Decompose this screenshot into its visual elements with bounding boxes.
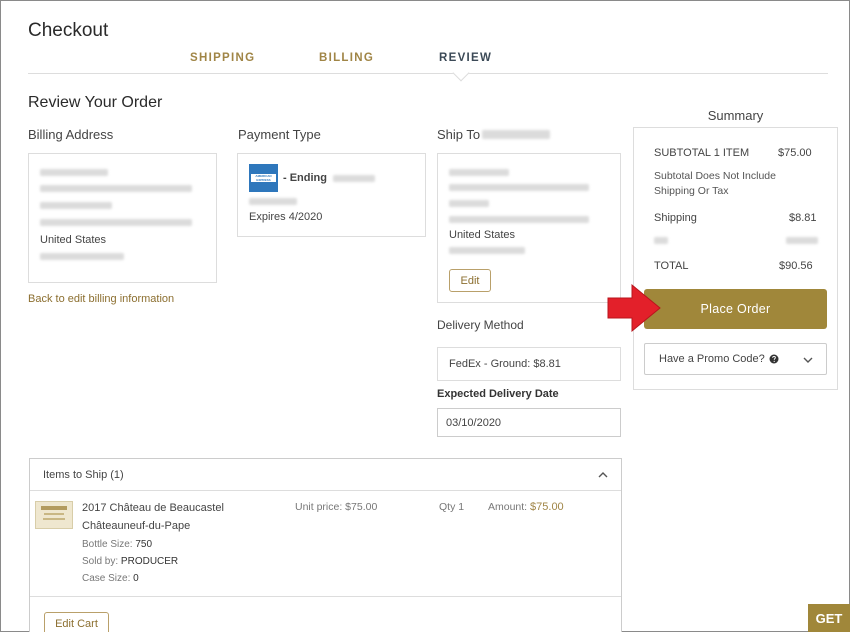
sold-by: Sold by: PRODUCER	[82, 556, 178, 567]
redacted-city	[449, 216, 589, 223]
promo-code-label: Have a Promo Code?	[659, 353, 765, 365]
item-name-line1: 2017 Château de Beaucastel	[82, 502, 224, 514]
redacted-ship-name	[482, 130, 550, 139]
summary-heading: Summary	[707, 108, 764, 123]
chevron-up-icon[interactable]	[598, 471, 608, 479]
redacted-phone	[449, 247, 525, 254]
ship-country: United States	[449, 229, 516, 241]
subtotal-label: SUBTOTAL 1 ITEM	[654, 147, 750, 159]
shipping-value: $8.81	[789, 212, 817, 224]
edit-shipping-button[interactable]: Edit	[449, 269, 491, 292]
step-shipping[interactable]: SHIPPING	[190, 52, 255, 64]
edit-cart-button[interactable]: Edit Cart	[44, 612, 109, 632]
delivery-method-value: FedEx - Ground: $8.81	[449, 358, 561, 370]
redacted-cardholder	[249, 198, 297, 205]
place-order-button[interactable]: Place Order	[644, 289, 827, 329]
redacted-line	[40, 202, 112, 209]
get-widget-button[interactable]: GET	[808, 604, 850, 632]
card-expiry: Expires 4/2020	[249, 211, 323, 223]
card-ending-label: - Ending	[283, 172, 327, 184]
amex-logo-text: AMERICAN EXPRESS	[251, 174, 276, 182]
billing-address-card: United States	[28, 153, 217, 283]
step-review: REVIEW	[439, 52, 493, 64]
items-panel-header[interactable]: Items to Ship (1)	[30, 459, 621, 491]
item-name-line2: Châteauneuf-du-Pape	[82, 520, 191, 532]
redacted-street	[449, 184, 589, 191]
bottle-size: Bottle Size: 750	[82, 539, 152, 550]
delivery-date-heading: Expected Delivery Date	[437, 388, 559, 400]
subtotal-note: Subtotal Does Not Include Shipping Or Ta…	[654, 170, 776, 197]
sold-by-label: Sold by:	[82, 556, 119, 567]
redacted-name	[40, 169, 108, 176]
item-amount-label: Amount:	[488, 501, 528, 513]
steps-divider	[28, 73, 828, 74]
item-unit-price: Unit price: $75.00	[295, 501, 378, 513]
question-circle-icon	[769, 354, 779, 364]
ship-to-card: United States Edit	[437, 153, 621, 303]
billing-country: United States	[40, 234, 107, 246]
items-divider	[30, 596, 621, 597]
chevron-down-icon	[803, 357, 813, 363]
payment-card: AMERICAN EXPRESS - Ending Expires 4/2020	[237, 153, 426, 237]
case-size-value: 0	[133, 573, 139, 584]
redacted-card-digits	[333, 175, 375, 182]
delivery-date-value: 03/10/2020	[446, 417, 502, 429]
delivery-method-heading: Delivery Method	[437, 318, 524, 332]
amex-card-icon: AMERICAN EXPRESS	[249, 164, 278, 192]
item-amount-value: $75.00	[530, 501, 564, 513]
back-to-billing-link[interactable]: Back to edit billing information	[28, 293, 174, 305]
red-arrow-icon	[607, 283, 661, 333]
case-size: Case Size: 0	[82, 573, 139, 584]
redacted-line	[449, 169, 509, 176]
payment-heading: Payment Type	[238, 127, 321, 142]
review-heading: Review Your Order	[28, 94, 163, 111]
item-qty: Qty 1	[439, 501, 465, 513]
subtotal-value: $75.00	[778, 147, 812, 159]
items-header-label: Items to Ship (1)	[43, 469, 124, 481]
delivery-date-field[interactable]: 03/10/2020	[437, 408, 621, 437]
total-value: $90.56	[779, 260, 813, 272]
redacted-street	[40, 185, 192, 192]
ship-to-heading: Ship To	[437, 127, 481, 142]
step-billing[interactable]: BILLING	[319, 52, 374, 64]
bottle-size-label: Bottle Size:	[82, 539, 133, 550]
total-label: TOTAL	[654, 260, 689, 272]
bottle-size-value: 750	[135, 539, 153, 550]
redacted-line	[449, 200, 489, 207]
redacted-phone	[40, 253, 124, 260]
redacted-tax-label	[654, 237, 668, 244]
case-size-label: Case Size:	[82, 573, 131, 584]
delivery-method-box: FedEx - Ground: $8.81	[437, 347, 621, 381]
promo-code-toggle[interactable]: Have a Promo Code?	[644, 343, 827, 375]
redacted-tax-value	[786, 237, 818, 244]
wine-label-thumbnail	[35, 501, 73, 529]
billing-heading: Billing Address	[28, 127, 114, 142]
items-panel: Items to Ship (1) 2017 Château de Beauca…	[29, 458, 622, 632]
shipping-label: Shipping	[654, 212, 697, 224]
redacted-city	[40, 219, 192, 226]
sold-by-value: PRODUCER	[120, 556, 179, 567]
page-title: Checkout	[28, 20, 109, 41]
item-amount: Amount: $75.00	[488, 501, 564, 513]
